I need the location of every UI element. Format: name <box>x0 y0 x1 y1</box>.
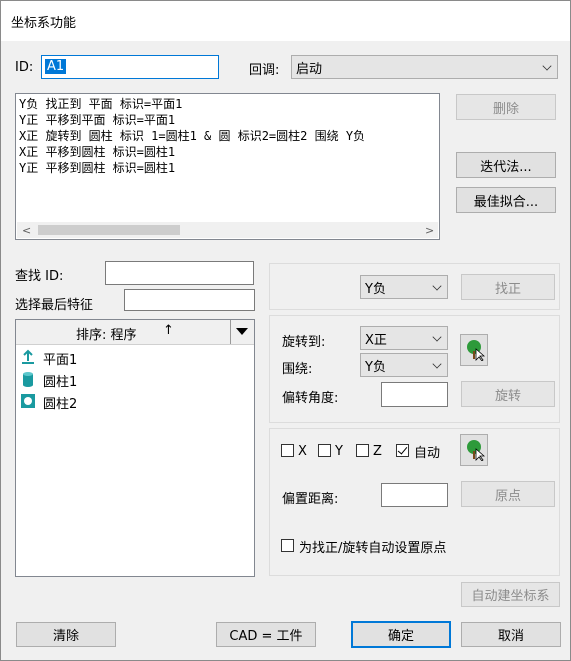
z-checkbox[interactable] <box>356 444 369 457</box>
rotate-to-value: X正 <box>365 332 387 348</box>
sort-arrow-up-icon: ↑ <box>163 323 174 338</box>
plane-icon <box>22 349 34 364</box>
feature-list[interactable]: 排序: 程序 ↑ 平面1 圆柱1 圆柱2 <box>15 319 255 577</box>
feature-name: 圆柱1 <box>43 375 78 390</box>
alignment-command-list[interactable]: Y负 找正到 平面 标识=平面1 Y正 平移到平面 标识=平面1 X正 旋转到 … <box>15 93 440 240</box>
pick-origin-button[interactable] <box>460 434 488 466</box>
level-axis-value: Y负 <box>365 281 386 297</box>
pick-feature-button[interactable] <box>460 334 488 366</box>
tree-cursor-icon <box>467 440 485 461</box>
around-label: 围绕: <box>282 362 313 377</box>
y-checkbox[interactable] <box>318 444 331 457</box>
offset-distance-label: 偏置距离: <box>282 492 339 507</box>
find-id-label: 查找 ID: <box>15 269 64 284</box>
command-lines: Y负 找正到 平面 标识=平面1 Y正 平移到平面 标识=平面1 X正 旋转到 … <box>19 96 365 176</box>
x-label: X <box>298 444 307 459</box>
id-input-value: A1 <box>45 59 67 74</box>
list-item[interactable]: Y正 平移到圆柱 标识=圆柱1 <box>19 160 365 176</box>
select-last-feature-label: 选择最后特征 <box>15 298 94 313</box>
level-axis-select[interactable]: Y负 <box>360 275 448 299</box>
rotate-to-label: 旋转到: <box>282 335 326 350</box>
best-fit-button[interactable]: 最佳拟合... <box>456 187 556 213</box>
horizontal-scrollbar[interactable]: < > <box>17 222 438 238</box>
scroll-left-icon[interactable]: < <box>22 224 31 237</box>
callback-label: 回调: <box>249 63 280 78</box>
sort-label: 排序: 程序 <box>76 328 137 343</box>
ok-button[interactable]: 确定 <box>351 621 451 648</box>
level-button[interactable]: 找正 <box>461 274 555 300</box>
list-item[interactable]: X正 平移到圆柱 标识=圆柱1 <box>19 144 365 160</box>
chevron-down-icon <box>432 281 442 291</box>
sort-dropdown-icon[interactable] <box>236 328 248 335</box>
cylinder-icon <box>23 372 33 387</box>
cad-equals-part-button[interactable]: CAD = 工件 <box>216 622 316 647</box>
callback-select[interactable]: 启动 <box>291 55 558 79</box>
feature-name: 平面1 <box>43 353 78 368</box>
delete-button[interactable]: 删除 <box>456 94 556 120</box>
list-item[interactable]: Y正 平移到平面 标识=平面1 <box>19 112 365 128</box>
list-item[interactable]: Y负 找正到 平面 标识=平面1 <box>19 96 365 112</box>
chevron-down-icon <box>432 359 442 369</box>
callback-value: 启动 <box>296 61 323 77</box>
scrollbar-thumb[interactable] <box>38 225 180 235</box>
feature-name: 圆柱2 <box>43 397 78 412</box>
around-value: Y负 <box>365 359 386 375</box>
clear-button[interactable]: 清除 <box>16 622 116 647</box>
z-label: Z <box>373 444 382 459</box>
header-divider <box>230 320 231 344</box>
around-select[interactable]: Y负 <box>360 353 448 377</box>
chevron-down-icon <box>542 61 552 71</box>
offset-distance-input[interactable] <box>381 483 448 507</box>
list-item[interactable]: 平面1 <box>18 349 248 369</box>
list-item[interactable]: 圆柱2 <box>18 393 248 413</box>
tree-cursor-icon <box>467 340 485 361</box>
coordinate-system-dialog: 坐标系功能 ID: A1 回调: 启动 Y负 找正到 平面 标识=平面1 Y正 … <box>0 0 571 661</box>
auto-origin-label: 为找正/旋转自动设置原点 <box>299 541 447 556</box>
auto-label: 自动 <box>414 446 441 461</box>
id-input[interactable]: A1 <box>41 55 219 79</box>
cancel-button[interactable]: 取消 <box>461 622 561 647</box>
offset-angle-input[interactable] <box>381 382 448 407</box>
rotate-button[interactable]: 旋转 <box>461 381 555 407</box>
list-item[interactable]: 圆柱1 <box>18 371 248 391</box>
iterative-button[interactable]: 迭代法... <box>456 152 556 178</box>
select-last-feature-input[interactable] <box>124 289 255 311</box>
offset-angle-label: 偏转角度: <box>282 391 339 406</box>
x-checkbox[interactable] <box>281 444 294 457</box>
chevron-down-icon <box>432 332 442 342</box>
origin-button[interactable]: 原点 <box>461 481 555 507</box>
scroll-right-icon[interactable]: > <box>425 224 434 237</box>
window-title: 坐标系功能 <box>11 16 77 31</box>
title-bar: 坐标系功能 <box>1 1 570 41</box>
find-id-input[interactable] <box>105 261 254 285</box>
sort-header[interactable]: 排序: 程序 ↑ <box>16 320 254 345</box>
auto-checkbox[interactable] <box>396 444 409 457</box>
y-label: Y <box>335 444 343 459</box>
circle-icon <box>21 394 35 408</box>
list-item[interactable]: X正 旋转到 圆柱 标识 1=圆柱1 & 圆 标识2=圆柱2 围绕 Y负 <box>19 128 365 144</box>
auto-create-coordinate-button[interactable]: 自动建坐标系 <box>461 582 560 607</box>
id-label: ID: <box>15 60 34 75</box>
rotate-to-select[interactable]: X正 <box>360 326 448 350</box>
auto-origin-checkbox[interactable] <box>281 539 294 552</box>
